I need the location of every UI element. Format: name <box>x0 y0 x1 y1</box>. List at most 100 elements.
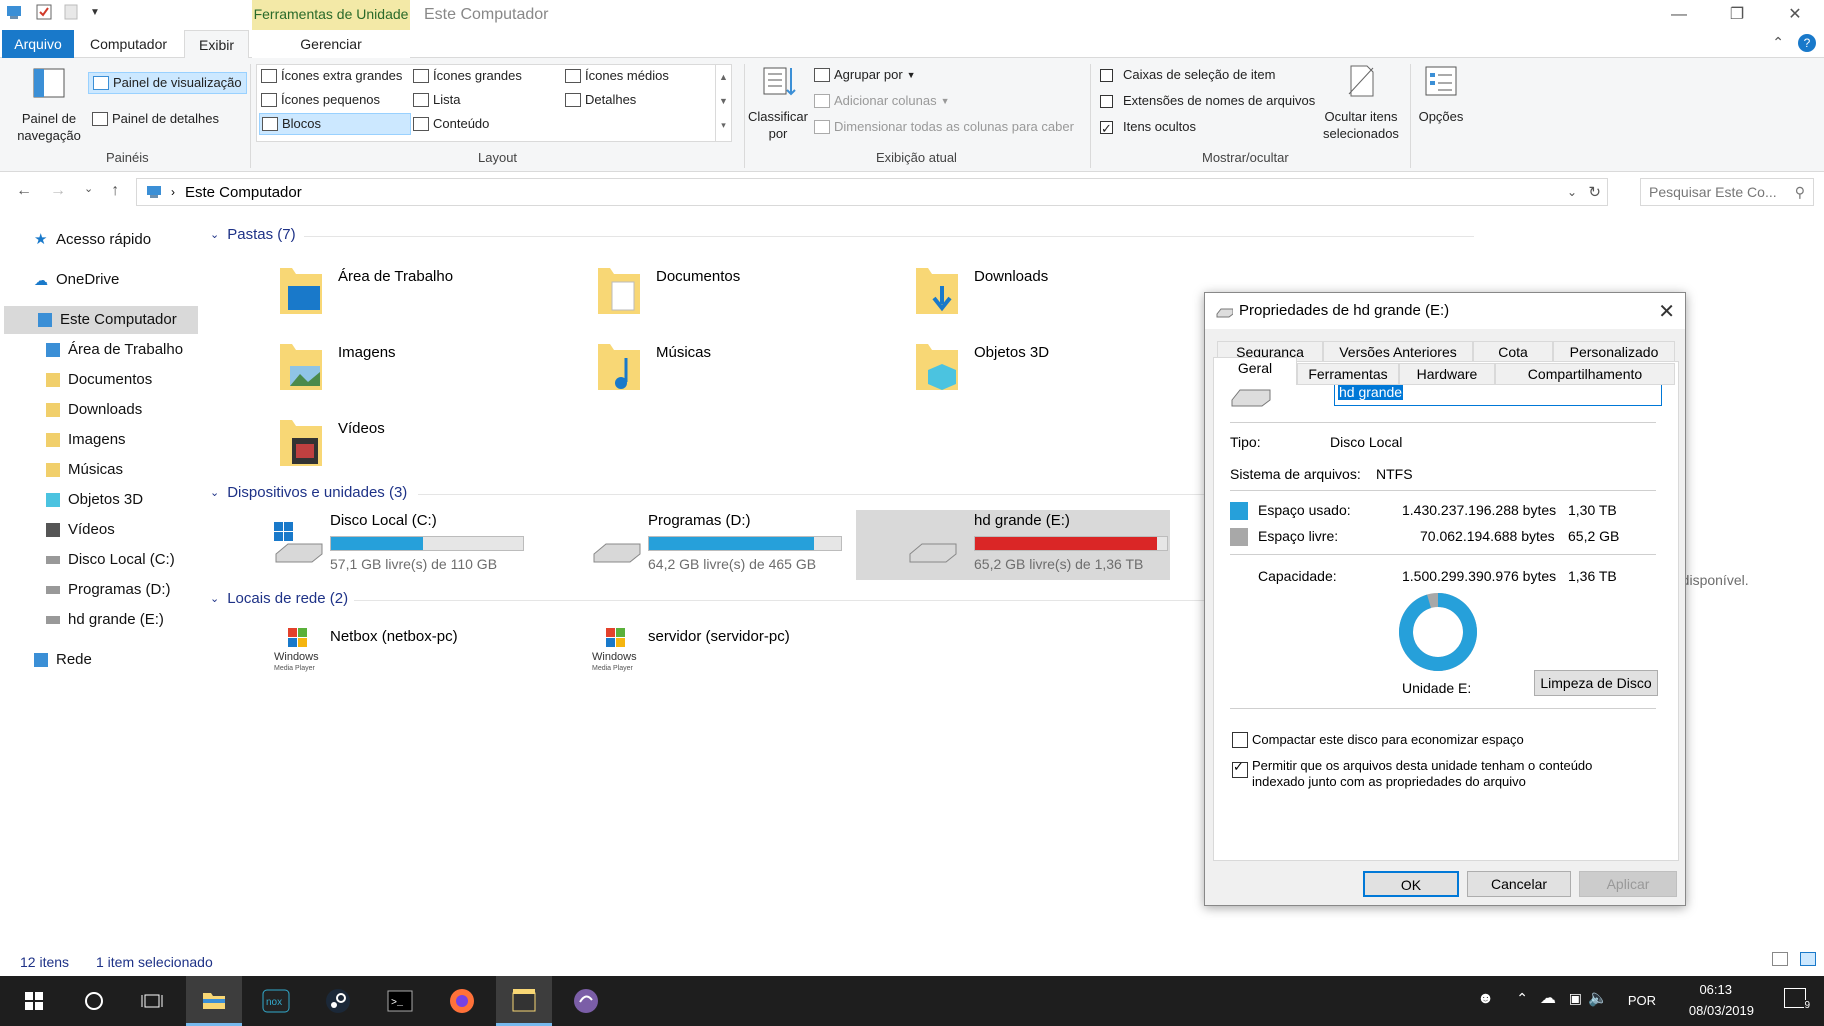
network-tray-icon[interactable]: ▣ <box>1569 990 1582 1007</box>
breadcrumb[interactable]: Este Computador <box>185 184 302 201</box>
clock-time[interactable]: 06:13 <box>1699 982 1732 997</box>
media-app-icon[interactable] <box>496 976 552 1026</box>
compress-checkbox[interactable] <box>1232 732 1248 748</box>
tray-expand-icon[interactable]: ⌃ <box>1516 990 1528 1007</box>
cortana-icon[interactable] <box>66 976 122 1026</box>
folder-tile[interactable]: Objetos 3D <box>914 336 1224 406</box>
tab-personalizado[interactable]: Personalizado <box>1553 341 1675 363</box>
ok-button[interactable]: OK <box>1363 871 1459 897</box>
nav-item-rede[interactable]: Rede <box>34 646 92 674</box>
item-checkboxes-toggle[interactable]: Caixas de seleção de item <box>1100 64 1275 86</box>
refresh-icon[interactable]: ↻ <box>1588 183 1601 201</box>
recent-dropdown-icon[interactable]: ⌄ <box>84 182 93 200</box>
address-dropdown-icon[interactable]: ⌄ <box>1567 185 1577 199</box>
tiles-view-icon[interactable] <box>1800 952 1816 966</box>
group-header-dispositivos[interactable]: ⌄ Dispositivos e unidades (3) <box>210 484 407 501</box>
tab-arquivo[interactable]: Arquivo <box>2 30 74 58</box>
layout-tiles[interactable]: Blocos <box>259 113 411 135</box>
file-explorer-icon[interactable] <box>186 976 242 1026</box>
start-icon[interactable] <box>6 976 62 1026</box>
language-indicator[interactable]: POR <box>1628 993 1656 1008</box>
nav-pane-button[interactable]: Painel de navegação <box>14 66 84 144</box>
network-tile[interactable]: Windows Media Player Netbox (netbox-pc) <box>270 620 580 690</box>
volume-icon[interactable]: 🔈 <box>1588 988 1608 1008</box>
help-icon[interactable]: ? <box>1798 34 1816 52</box>
up-icon[interactable]: ↑ <box>111 182 119 200</box>
tab-hardware[interactable]: Hardware <box>1399 363 1495 385</box>
firefox-icon[interactable] <box>434 976 490 1026</box>
tab-versoes-anteriores[interactable]: Versões Anteriores <box>1323 341 1473 363</box>
apply-button[interactable]: Aplicar <box>1579 871 1677 897</box>
network-tile[interactable]: Windows Media Player servidor (servidor-p… <box>588 620 898 690</box>
cancel-button[interactable]: Cancelar <box>1467 871 1571 897</box>
nav-item-area-trabalho[interactable]: Área de Trabalho <box>46 336 183 364</box>
search-icon[interactable]: ⚲ <box>1795 179 1805 205</box>
hidden-items-checkbox[interactable] <box>1100 118 1113 140</box>
drive-tile[interactable]: Disco Local (C:) 57,1 GB livre(s) de 110… <box>270 510 580 580</box>
task-view-icon[interactable] <box>124 976 180 1026</box>
minimize-icon[interactable]: — <box>1650 0 1708 30</box>
close-icon[interactable]: ✕ <box>1766 0 1824 30</box>
restore-icon[interactable]: ❐ <box>1708 0 1766 30</box>
folder-tile[interactable]: Vídeos <box>278 412 588 482</box>
folder-tile[interactable]: Área de Trabalho <box>278 260 588 330</box>
folder-tile[interactable]: Músicas <box>596 336 906 406</box>
preview-pane-button[interactable]: Painel de visualização <box>88 72 247 94</box>
nav-item-objetos-3d[interactable]: Objetos 3D <box>46 486 143 514</box>
tab-compartilhamento[interactable]: Compartilhamento <box>1495 363 1675 385</box>
group-header-pastas[interactable]: ⌄ Pastas (7) <box>210 226 296 243</box>
layout-content[interactable]: Conteúdo <box>413 113 489 135</box>
drive-tile[interactable]: Programas (D:) 64,2 GB livre(s) de 465 G… <box>588 510 898 580</box>
tab-gerenciar[interactable]: Gerenciar <box>252 30 410 58</box>
sort-by-button[interactable]: Classificar por <box>746 64 810 142</box>
tab-computador[interactable]: Computador <box>76 30 181 58</box>
layout-small-icons[interactable]: Ícones pequenos <box>261 89 380 111</box>
steam-icon[interactable] <box>310 976 366 1026</box>
tab-exibir[interactable]: Exibir <box>184 30 250 59</box>
tab-ferramentas[interactable]: Ferramentas <box>1297 363 1399 385</box>
index-checkbox[interactable] <box>1232 759 1248 778</box>
people-icon[interactable]: ☻ <box>1477 990 1494 1008</box>
details-view-icon[interactable] <box>1772 952 1788 966</box>
nox-icon[interactable]: nox <box>248 976 304 1026</box>
layout-list[interactable]: Lista <box>413 89 460 111</box>
nav-item-musicas[interactable]: Músicas <box>46 456 123 484</box>
hide-selected-button[interactable]: Ocultar itens selecionados <box>1318 64 1404 142</box>
customize-qat-icon[interactable]: ▼ <box>90 7 100 18</box>
layout-medium-icons[interactable]: Ícones médios <box>565 65 669 87</box>
nav-item-este-computador[interactable]: Este Computador <box>4 306 198 334</box>
properties-icon[interactable] <box>36 4 52 20</box>
nav-item-onedrive[interactable]: ☁ OneDrive <box>34 266 119 294</box>
tab-cota[interactable]: Cota <box>1473 341 1553 363</box>
drive-tile-selected[interactable]: hd grande (E:) 65,2 GB livre(s) de 1,36 … <box>856 510 1170 580</box>
hidden-items-toggle[interactable]: Itens ocultos <box>1100 116 1196 140</box>
details-pane-button[interactable]: Painel de detalhes <box>92 108 219 130</box>
nav-item-documentos[interactable]: Documentos <box>46 366 152 394</box>
search-input[interactable]: Pesquisar Este Co... ⚲ <box>1640 178 1814 206</box>
group-header-rede[interactable]: ⌄ Locais de rede (2) <box>210 590 348 607</box>
size-columns-button[interactable]: Dimensionar todas as colunas para caber <box>814 116 1074 138</box>
group-by-button[interactable]: Agrupar por ▼ <box>814 64 916 86</box>
nav-item-programas-d[interactable]: Programas (D:) <box>46 576 171 604</box>
add-columns-button[interactable]: Adicionar colunas ▼ <box>814 90 950 112</box>
folder-tile[interactable]: Documentos <box>596 260 906 330</box>
nav-item-acesso-rapido[interactable]: ★ Acesso rápido <box>34 226 151 254</box>
nav-item-disco-c[interactable]: Disco Local (C:) <box>46 546 175 574</box>
item-checkboxes-checkbox[interactable] <box>1100 68 1113 82</box>
extensions-checkbox[interactable] <box>1100 94 1113 108</box>
folder-tile[interactable]: Imagens <box>278 336 588 406</box>
nav-item-imagens[interactable]: Imagens <box>46 426 126 454</box>
back-icon[interactable]: ← <box>16 182 32 200</box>
torrent-icon[interactable] <box>558 976 614 1026</box>
breadcrumb-chevron-icon[interactable]: › <box>171 185 175 199</box>
options-button[interactable]: Opções <box>1414 64 1468 125</box>
layout-large-icons[interactable]: Ícones grandes <box>413 65 522 87</box>
gallery-scroll[interactable]: ▲ ▼ ▾ <box>715 65 731 141</box>
onedrive-tray-icon[interactable]: ☁ <box>1540 988 1556 1008</box>
close-icon[interactable]: ✕ <box>1658 299 1675 324</box>
disk-cleanup-button[interactable]: Limpeza de Disco <box>1534 670 1658 696</box>
forward-icon[interactable]: → <box>50 182 66 200</box>
layout-xl-icons[interactable]: Ícones extra grandes <box>261 65 402 87</box>
address-field[interactable]: › Este Computador ⌄ ↻ <box>136 178 1608 206</box>
new-folder-icon[interactable] <box>64 4 78 20</box>
